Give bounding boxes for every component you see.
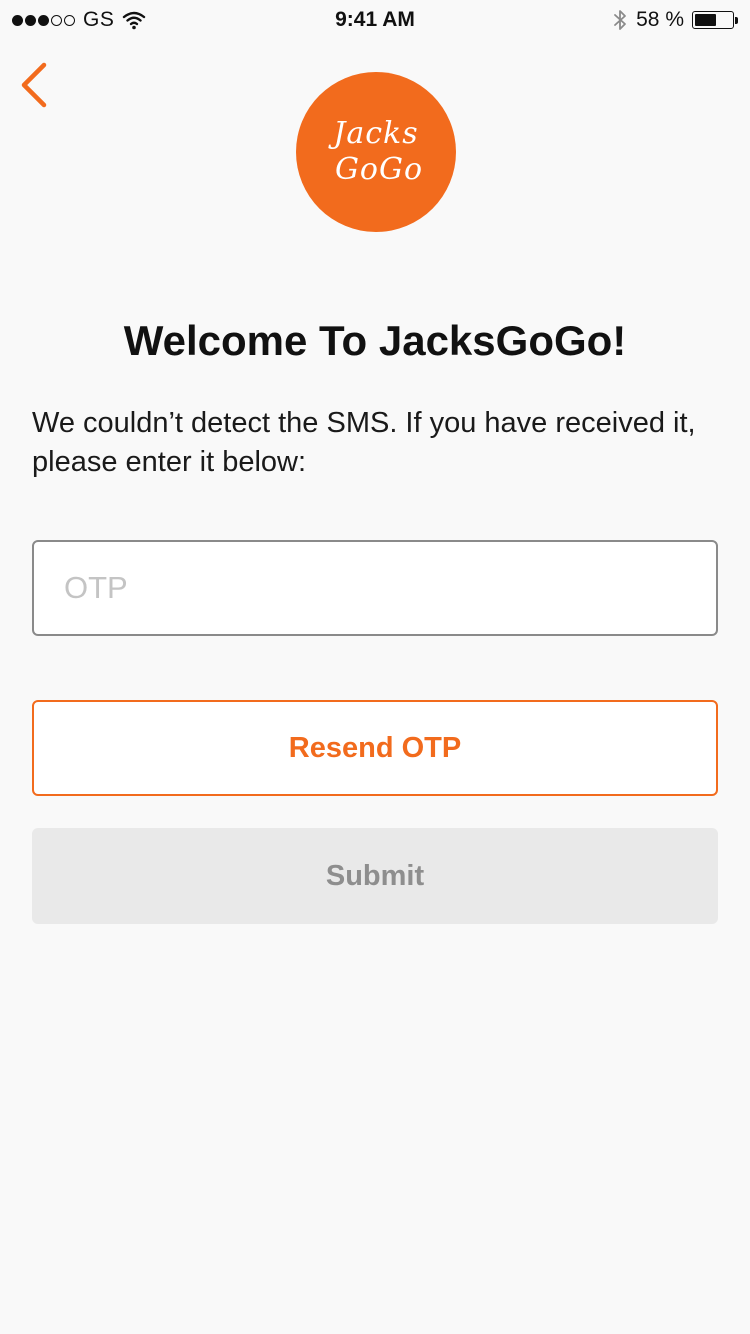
battery-fill [695, 14, 716, 26]
battery-percent: 58 % [636, 8, 684, 31]
sms-instructions: We couldn’t detect the SMS. If you have … [32, 407, 696, 478]
battery-body [692, 11, 734, 29]
logo-text-line2: GoGo [334, 152, 424, 187]
status-bar: GS 9:41 AM 58 % [0, 0, 750, 40]
battery-icon [692, 11, 738, 29]
otp-input[interactable] [32, 540, 718, 636]
submit-button[interactable]: Submit [32, 828, 718, 924]
back-button[interactable] [8, 58, 60, 116]
page-title: Welcome To JacksGoGo! [123, 317, 627, 364]
bluetooth-icon [612, 8, 628, 32]
logo-text-line1: Jacks [333, 116, 419, 151]
resend-otp-button[interactable]: Resend OTP [32, 700, 718, 796]
battery-tip [735, 16, 738, 24]
status-right: 58 % [612, 6, 738, 34]
jacksgogo-logo: Jacks GoGo [296, 72, 456, 232]
chevron-left-icon [18, 62, 50, 113]
